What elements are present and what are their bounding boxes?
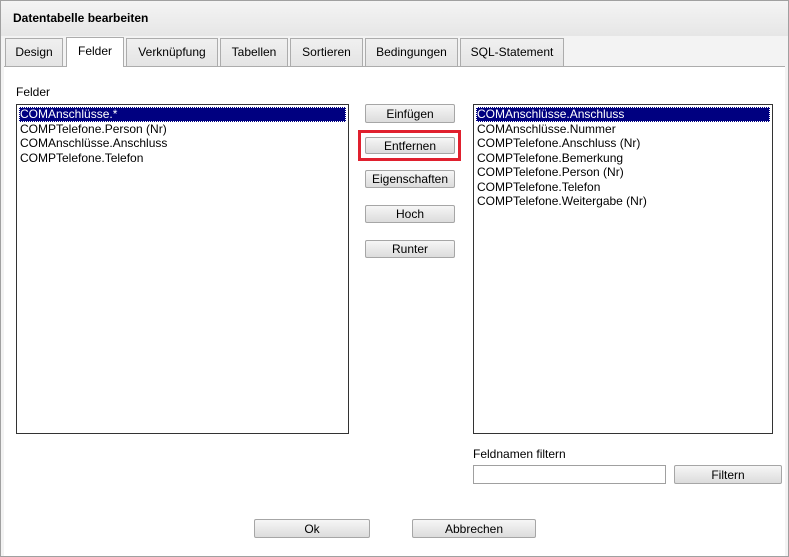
list-item[interactable]: COMPTelefone.Anschluss (Nr) xyxy=(476,136,770,151)
tab-sort[interactable]: Sortieren xyxy=(290,38,363,66)
list-item[interactable]: COMPTelefone.Telefon xyxy=(476,180,770,195)
tab-conditions[interactable]: Bedingungen xyxy=(365,38,458,66)
title-bar: Datentabelle bearbeiten xyxy=(1,1,788,36)
tab-design[interactable]: Design xyxy=(5,38,63,66)
list-item[interactable]: COMAnschlüsse.Anschluss xyxy=(476,107,770,122)
list-item[interactable]: COMPTelefone.Bemerkung xyxy=(476,151,770,166)
fields-label: Felder xyxy=(16,85,51,99)
remove-button[interactable]: Entfernen xyxy=(365,137,455,154)
dialog-title: Datentabelle bearbeiten xyxy=(13,11,149,25)
filter-button[interactable]: Filtern xyxy=(674,465,782,484)
cancel-button[interactable]: Abbrechen xyxy=(412,519,536,538)
tab-fields[interactable]: Felder xyxy=(66,37,124,67)
list-item[interactable]: COMAnschlüsse.* xyxy=(19,107,346,122)
move-up-button[interactable]: Hoch xyxy=(365,205,455,223)
ok-button[interactable]: Ok xyxy=(254,519,370,538)
tab-sql-statement[interactable]: SQL-Statement xyxy=(460,38,564,66)
list-item[interactable]: COMPTelefone.Person (Nr) xyxy=(19,122,346,137)
tab-join[interactable]: Verknüpfung xyxy=(126,38,218,66)
move-down-button[interactable]: Runter xyxy=(365,240,455,258)
field-filter-label: Feldnamen filtern xyxy=(473,447,566,461)
list-item[interactable]: COMAnschlüsse.Nummer xyxy=(476,122,770,137)
list-item[interactable]: COMAnschlüsse.Anschluss xyxy=(19,136,346,151)
tab-tables[interactable]: Tabellen xyxy=(220,38,288,66)
insert-button[interactable]: Einfügen xyxy=(365,104,455,123)
list-item[interactable]: COMPTelefone.Telefon xyxy=(19,151,346,166)
list-item[interactable]: COMPTelefone.Person (Nr) xyxy=(476,165,770,180)
properties-button[interactable]: Eigenschaften xyxy=(365,170,455,188)
selected-fields-list[interactable]: COMAnschlüsse.Anschluss COMAnschlüsse.Nu… xyxy=(473,104,773,434)
edit-datatable-dialog: Datentabelle bearbeiten Design Felder Ve… xyxy=(0,0,789,557)
list-item[interactable]: COMPTelefone.Weitergabe (Nr) xyxy=(476,194,770,209)
available-fields-list[interactable]: COMAnschlüsse.* COMPTelefone.Person (Nr)… xyxy=(16,104,349,434)
field-filter-input[interactable] xyxy=(473,465,666,484)
